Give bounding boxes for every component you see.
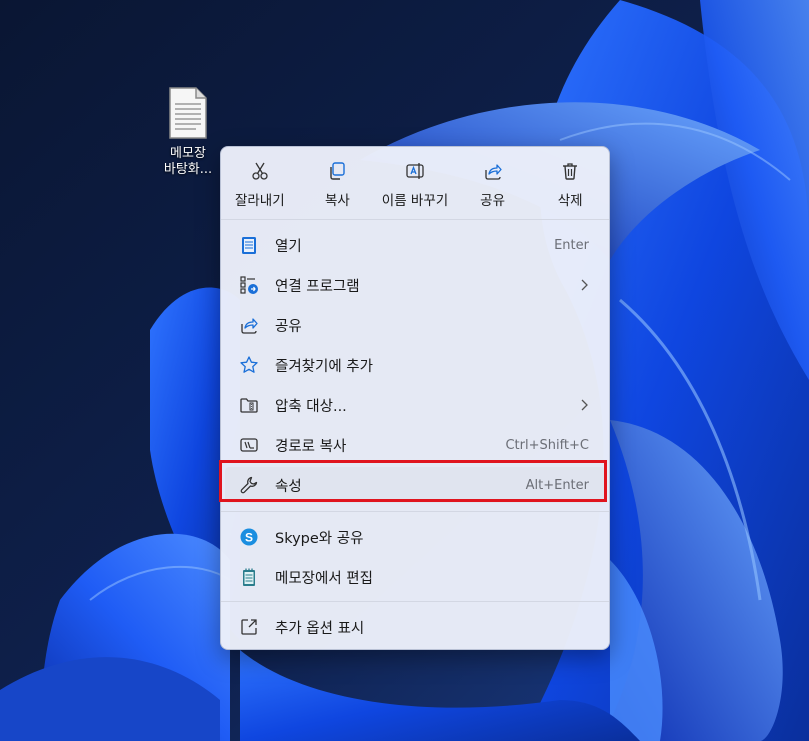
menu-item-open[interactable]: 열기 Enter — [225, 227, 605, 263]
menu-item-add-favorites[interactable]: 즐겨찾기에 추가 — [225, 347, 605, 383]
cut-button[interactable]: 잘라내기 — [221, 147, 299, 219]
menu-item-properties[interactable]: 속성 Alt+Enter — [225, 467, 605, 503]
desktop-icon-label-line1: 메모장 — [170, 146, 206, 161]
desktop-icon-label-line2: 바탕화... — [163, 162, 213, 177]
menu-item-show-more-options[interactable]: 추가 옵션 표시 — [225, 609, 605, 645]
desktop-file-icon[interactable]: 메모장 바탕화... — [150, 86, 226, 178]
share-label: 공유 — [480, 193, 505, 209]
more-options-icon — [241, 619, 257, 635]
menu-item-label: 열기 — [275, 238, 302, 255]
share-icon — [241, 318, 258, 334]
notepad-icon — [243, 568, 255, 586]
menu-item-label: 경로로 복사 — [275, 438, 347, 455]
cut-label: 잘라내기 — [234, 193, 285, 209]
menu-item-label: 메모장에서 편집 — [275, 570, 373, 587]
shortcut-text: Alt+Enter — [525, 477, 589, 493]
menu-item-label: 연결 프로그램 — [275, 278, 360, 295]
rename-icon — [406, 163, 424, 179]
delete-label: 삭제 — [557, 193, 583, 209]
text-file-icon — [169, 87, 207, 139]
menu-separator — [221, 601, 609, 602]
menu-item-label: 공유 — [275, 318, 302, 335]
copy-icon — [330, 162, 346, 180]
menu-item-label: 속성 — [275, 478, 302, 495]
rename-label: 이름 바꾸기 — [381, 193, 449, 209]
share-button[interactable]: 공유 — [454, 147, 532, 219]
delete-icon — [563, 163, 578, 180]
menu-item-label: 즐겨찾기에 추가 — [275, 358, 373, 375]
shortcut-text: Enter — [554, 237, 589, 253]
shortcut-text: Ctrl+Shift+C — [505, 437, 589, 453]
context-menu: 잘라내기 복사 이름 바꾸기 공유 삭제 열기 Enter 연결 프로그램 공유… — [220, 146, 610, 650]
menu-item-compress[interactable]: 압축 대상... — [225, 387, 605, 423]
menu-item-share[interactable]: 공유 — [225, 307, 605, 343]
menu-item-label: 압축 대상... — [275, 398, 347, 415]
menu-separator — [221, 511, 609, 512]
chevron-right-icon — [581, 279, 588, 291]
menu-item-edit-notepad[interactable]: 메모장에서 편집 — [225, 559, 605, 595]
rename-button[interactable]: 이름 바꾸기 — [376, 147, 454, 219]
menu-item-label: Skype와 공유 — [275, 530, 364, 547]
wrench-icon — [240, 476, 258, 494]
notepad-icon — [242, 237, 256, 254]
menu-item-open-with[interactable]: 연결 프로그램 — [225, 267, 605, 303]
menu-item-label: 추가 옵션 표시 — [275, 620, 365, 637]
svg-text:S: S — [245, 531, 253, 545]
menu-item-share-skype[interactable]: S Skype와 공유 — [225, 519, 605, 555]
delete-button[interactable]: 삭제 — [531, 147, 609, 219]
open-with-icon — [240, 276, 258, 294]
menu-item-copy-path[interactable]: 경로로 복사 Ctrl+Shift+C — [225, 427, 605, 463]
copy-button[interactable]: 복사 — [299, 147, 377, 219]
chevron-right-icon — [581, 399, 588, 411]
compress-icon — [240, 398, 258, 413]
copy-path-icon — [240, 438, 258, 452]
menu-separator — [221, 219, 609, 220]
star-icon — [240, 356, 258, 373]
skype-icon: S — [240, 528, 258, 546]
share-icon — [484, 164, 502, 180]
copy-label: 복사 — [324, 193, 350, 209]
cut-icon — [252, 162, 268, 180]
context-menu-toolbar: 잘라내기 복사 이름 바꾸기 공유 삭제 — [221, 147, 609, 219]
